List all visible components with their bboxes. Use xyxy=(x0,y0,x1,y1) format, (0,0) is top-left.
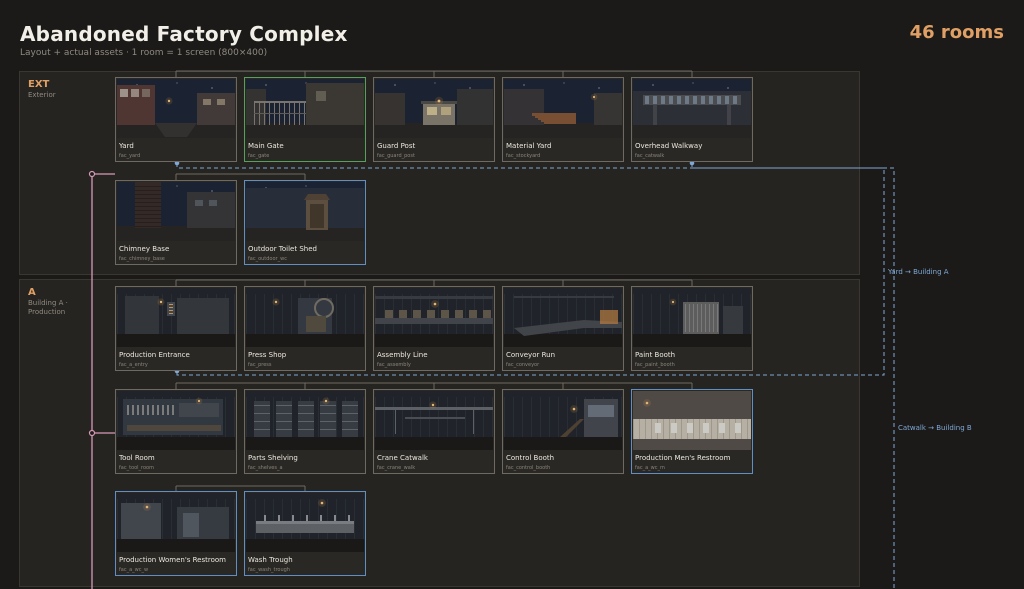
room-id: fac_gate xyxy=(248,153,270,159)
room-id: fac_tool_room xyxy=(119,465,154,471)
room-name: Chimney Base xyxy=(119,245,170,253)
room-thumbnail xyxy=(504,391,622,450)
room-id: fac_a_wc_m xyxy=(635,465,665,471)
room-card-fac-guard-post[interactable]: Guard Post fac_guard_post xyxy=(373,77,495,162)
room-card-fac-shelves-a[interactable]: Parts Shelving fac_shelves_a xyxy=(244,389,366,474)
room-name: Outdoor Toilet Shed xyxy=(248,245,317,253)
room-name: Paint Booth xyxy=(635,351,676,359)
room-thumbnail xyxy=(246,79,364,138)
room-card-fac-chimney-base[interactable]: Chimney Base fac_chimney_base xyxy=(115,180,237,265)
room-id: fac_outdoor_wc xyxy=(248,256,287,262)
room-card-fac-a-wc-w[interactable]: Production Women's Restroom fac_a_wc_w xyxy=(115,491,237,576)
room-id: fac_wash_trough xyxy=(248,567,290,573)
room-thumbnail xyxy=(117,288,235,347)
room-card-fac-control-booth[interactable]: Control Booth fac_control_booth xyxy=(502,389,624,474)
room-name: Production Entrance xyxy=(119,351,190,359)
room-name: Crane Catwalk xyxy=(377,454,428,462)
room-name: Overhead Walkway xyxy=(635,142,703,150)
link-label-catwalk-building-b: Catwalk → Building B xyxy=(898,424,972,432)
room-name: Main Gate xyxy=(248,142,284,150)
room-thumbnail xyxy=(246,493,364,552)
room-name: Material Yard xyxy=(506,142,552,150)
room-card-fac-paint-booth[interactable]: Paint Booth fac_paint_booth xyxy=(631,286,753,371)
room-card-fac-assembly[interactable]: Assembly Line fac_assembly xyxy=(373,286,495,371)
link-label-yard-building-a: Yard → Building A xyxy=(888,268,949,276)
link-catwalk-to-building-b xyxy=(691,163,895,589)
room-id: fac_press xyxy=(248,362,272,368)
room-id: fac_guard_post xyxy=(377,153,415,159)
room-name: Control Booth xyxy=(506,454,555,462)
room-thumbnail xyxy=(117,391,235,450)
room-card-fac-tool-room[interactable]: Tool Room fac_tool_room xyxy=(115,389,237,474)
room-name: Guard Post xyxy=(377,142,416,150)
room-name: Yard xyxy=(119,142,134,150)
room-name: Assembly Line xyxy=(377,351,428,359)
room-id: fac_a_wc_w xyxy=(119,567,149,573)
room-thumbnail xyxy=(117,493,235,552)
room-thumbnail xyxy=(117,182,235,241)
room-thumbnail xyxy=(633,79,751,138)
room-name: Production Men's Restroom xyxy=(635,454,731,462)
room-id: fac_shelves_a xyxy=(248,465,283,471)
room-id: fac_a_entry xyxy=(119,362,148,368)
room-name: Wash Trough xyxy=(248,556,293,564)
room-id: fac_control_booth xyxy=(506,465,551,471)
room-thumbnail xyxy=(246,288,364,347)
room-name: Conveyor Run xyxy=(506,351,556,359)
room-thumbnail xyxy=(117,79,235,138)
room-name: Tool Room xyxy=(119,454,155,462)
room-id: fac_catwalk xyxy=(635,153,665,159)
room-id: fac_assembly xyxy=(377,362,411,368)
room-thumbnail xyxy=(246,391,364,450)
room-thumbnail xyxy=(633,391,751,450)
room-id: fac_chimney_base xyxy=(119,256,165,262)
room-id: fac_crane_walk xyxy=(377,465,416,471)
hierarchy-node xyxy=(88,170,96,178)
room-card-fac-a-entry[interactable]: Production Entrance fac_a_entry xyxy=(115,286,237,371)
room-card-fac-conveyor[interactable]: Conveyor Run fac_conveyor xyxy=(502,286,624,371)
room-id: fac_paint_booth xyxy=(635,362,675,368)
room-card-fac-catwalk[interactable]: Overhead Walkway fac_catwalk xyxy=(631,77,753,162)
room-id: fac_yard xyxy=(119,153,141,159)
room-card-fac-press[interactable]: Press Shop fac_press xyxy=(244,286,366,371)
room-name: Parts Shelving xyxy=(248,454,298,462)
room-thumbnail xyxy=(504,288,622,347)
room-thumbnail xyxy=(246,182,364,241)
room-card-fac-yard[interactable]: Yard fac_yard xyxy=(115,77,237,162)
room-thumbnail xyxy=(375,391,493,450)
room-id: fac_conveyor xyxy=(506,362,540,368)
room-card-fac-crane-walk[interactable]: Crane Catwalk fac_crane_walk xyxy=(373,389,495,474)
room-card-fac-outdoor-wc[interactable]: Outdoor Toilet Shed fac_outdoor_wc xyxy=(244,180,366,265)
room-id: fac_stockyard xyxy=(506,153,541,159)
room-thumbnail xyxy=(504,79,622,138)
room-thumbnail xyxy=(375,79,493,138)
room-card-fac-wash-trough[interactable]: Wash Trough fac_wash_trough xyxy=(244,491,366,576)
hierarchy-node xyxy=(88,429,96,437)
room-name: Press Shop xyxy=(248,351,287,359)
room-card-fac-gate[interactable]: Main Gate fac_gate xyxy=(244,77,366,162)
room-name: Production Women's Restroom xyxy=(119,556,226,564)
room-thumbnail xyxy=(375,288,493,347)
room-card-fac-stockyard[interactable]: Material Yard fac_stockyard xyxy=(502,77,624,162)
room-thumbnail xyxy=(633,288,751,347)
room-card-fac-a-wc-m[interactable]: Production Men's Restroom fac_a_wc_m xyxy=(631,389,753,474)
